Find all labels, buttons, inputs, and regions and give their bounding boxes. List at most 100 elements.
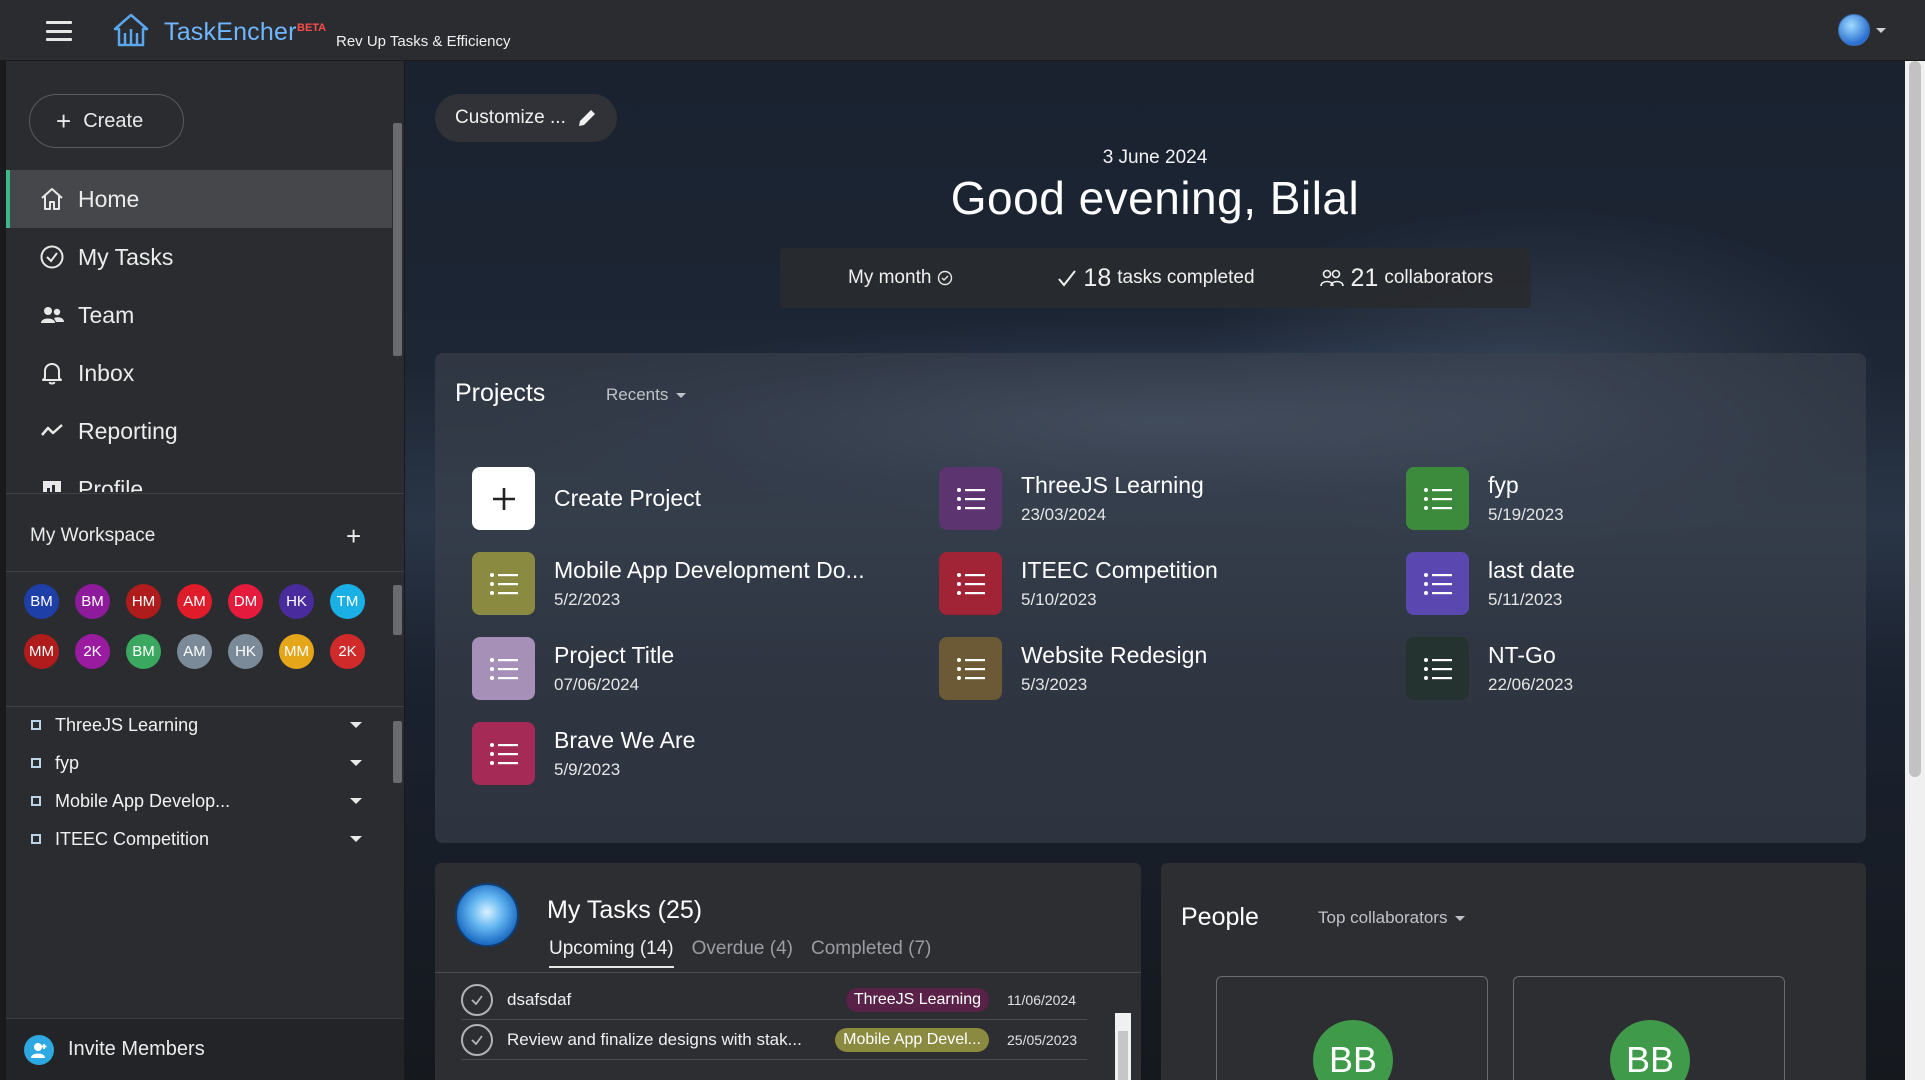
member-avatar[interactable]: AM	[177, 634, 212, 669]
sidebar-item-inbox[interactable]: Inbox	[6, 344, 392, 402]
checkmark-icon	[1058, 270, 1077, 287]
scrollbar-thumb[interactable]	[1909, 61, 1921, 777]
member-avatar[interactable]: 2K	[330, 634, 365, 669]
project-card[interactable]: Project Title 07/06/2024	[472, 637, 674, 700]
member-avatar[interactable]: BM	[126, 634, 161, 669]
project-card[interactable]: Mobile App Development Do... 5/2/2023	[472, 552, 865, 615]
sidebar-project-item[interactable]: ThreeJS Learning	[22, 706, 374, 744]
project-card[interactable]: Brave We Are 5/9/2023	[472, 722, 695, 785]
square-icon	[31, 796, 41, 806]
tab-completed[interactable]: Completed (7)	[811, 938, 931, 968]
scrollbar-thumb[interactable]	[1118, 1031, 1128, 1080]
customize-label: Customize ...	[455, 107, 566, 128]
user-avatar[interactable]	[1838, 14, 1870, 46]
people-icon	[1319, 269, 1344, 287]
list-icon	[939, 552, 1002, 615]
sidebar-item-profile[interactable]: Profile	[6, 460, 392, 492]
members-scrollbar[interactable]	[393, 585, 402, 635]
plus-icon	[472, 467, 535, 530]
chevron-down-icon[interactable]	[350, 836, 362, 842]
project-card[interactable]: ITEEC Competition 5/10/2023	[939, 552, 1218, 615]
project-tag[interactable]: ThreeJS Learning	[845, 987, 989, 1012]
sidebar-nav: Home My Tasks Team Inbox Reporting Profi…	[6, 170, 392, 492]
project-card[interactable]: last date 5/11/2023	[1406, 552, 1575, 615]
member-avatar[interactable]: HM	[126, 584, 161, 619]
create-project-button[interactable]: Create Project	[472, 467, 701, 530]
task-name: dsafsdaf	[507, 989, 572, 1009]
chevron-down-icon[interactable]	[350, 798, 362, 804]
collaborators-label: collaborators	[1384, 267, 1494, 288]
project-name: Mobile App Development Do...	[554, 557, 865, 583]
sidebar-item-label: Home	[78, 185, 140, 212]
project-card[interactable]: fyp 5/19/2023	[1406, 467, 1564, 530]
period-selector[interactable]: My month	[848, 267, 953, 289]
project-tag[interactable]: Mobile App Devel...	[835, 1027, 989, 1052]
beta-badge: BETA	[297, 22, 327, 34]
check-icon[interactable]	[461, 1023, 493, 1056]
sidebar-item-team[interactable]: Team	[6, 286, 392, 344]
top-bar: TaskEncher BETA Rev Up Tasks & Efficienc…	[0, 0, 1925, 61]
member-row: BM BM HM AM DM HK TM	[24, 584, 384, 619]
sidebar-project-item[interactable]: ITEEC Competition	[22, 820, 374, 858]
sidebar-item-label: Profile	[78, 475, 144, 493]
add-user-icon	[24, 1034, 54, 1065]
hamburger-menu-icon[interactable]	[46, 21, 72, 41]
project-date: 07/06/2024	[554, 675, 640, 694]
member-avatar[interactable]: MM	[279, 634, 314, 669]
projects-panel: Projects Recents Create Project ThreeJS …	[435, 353, 1866, 843]
home-icon	[38, 185, 66, 213]
user-menu[interactable]	[1838, 14, 1886, 46]
sidebar-item-home[interactable]: Home	[6, 170, 392, 228]
list-icon	[1406, 467, 1469, 530]
sidebar-project-item[interactable]: fyp	[22, 744, 374, 782]
task-row[interactable]: dsafsdaf ThreeJS Learning 11/06/2024	[461, 980, 1087, 1020]
sidebar-item-reporting[interactable]: Reporting	[6, 402, 392, 460]
project-name: NT-Go	[1488, 642, 1556, 668]
create-button[interactable]: + Create	[29, 94, 184, 148]
add-workspace-icon[interactable]: +	[346, 523, 361, 549]
projects-filter-dropdown[interactable]: Recents	[606, 385, 687, 405]
projects-scrollbar[interactable]	[393, 721, 402, 783]
member-avatar[interactable]: TM	[330, 584, 365, 619]
member-avatar[interactable]: HK	[228, 634, 263, 669]
task-row[interactable]: Review and finalize designs with stak...…	[461, 1020, 1087, 1060]
member-avatar[interactable]: 2K	[75, 634, 110, 669]
member-avatar[interactable]: MM	[24, 634, 59, 669]
tagline: Rev Up Tasks & Efficiency	[336, 33, 511, 50]
check-icon[interactable]	[461, 983, 493, 1016]
project-card[interactable]: Website Redesign 5/3/2023	[939, 637, 1207, 700]
member-avatar[interactable]: DM	[228, 584, 263, 619]
tab-upcoming[interactable]: Upcoming (14)	[549, 938, 674, 968]
project-date: 5/11/2023	[1488, 590, 1563, 609]
task-due-date: 11/06/2024	[1007, 991, 1077, 1008]
square-icon	[31, 834, 41, 844]
person-card[interactable]: BB	[1513, 976, 1785, 1080]
project-card[interactable]: ThreeJS Learning 23/03/2024	[939, 467, 1204, 530]
sidebar-project-item[interactable]: Mobile App Develop...	[22, 782, 374, 820]
chevron-down-icon[interactable]	[350, 760, 362, 766]
main-scrollbar[interactable]	[1905, 61, 1925, 1080]
member-avatar[interactable]: BM	[75, 584, 110, 619]
project-card[interactable]: NT-Go 22/06/2023	[1406, 637, 1573, 700]
tab-overdue[interactable]: Overdue (4)	[692, 938, 793, 968]
tasks-scrollbar[interactable]	[1115, 1013, 1131, 1080]
sidebar-item-my-tasks[interactable]: My Tasks	[6, 228, 392, 286]
customize-button[interactable]: Customize ...	[435, 94, 617, 142]
people-title: People	[1181, 903, 1259, 931]
chevron-down-icon[interactable]	[350, 722, 362, 728]
member-avatar[interactable]: AM	[177, 584, 212, 619]
invite-members-button[interactable]: Invite Members	[6, 1018, 404, 1080]
project-date: 5/9/2023	[554, 760, 621, 779]
avatar: BB	[1610, 1020, 1690, 1080]
list-icon	[1406, 552, 1469, 615]
brand-name[interactable]: TaskEncher	[164, 18, 297, 47]
project-name: ThreeJS Learning	[1021, 472, 1204, 498]
person-card[interactable]: BB	[1216, 976, 1488, 1080]
check-circle-icon	[38, 243, 66, 271]
list-icon	[1406, 637, 1469, 700]
task-name: Review and finalize designs with stak...	[507, 1029, 802, 1049]
nav-scrollbar[interactable]	[393, 123, 402, 356]
member-avatar[interactable]: HK	[279, 584, 314, 619]
people-filter-dropdown[interactable]: Top collaborators	[1318, 908, 1466, 928]
member-avatar[interactable]: BM	[24, 584, 59, 619]
